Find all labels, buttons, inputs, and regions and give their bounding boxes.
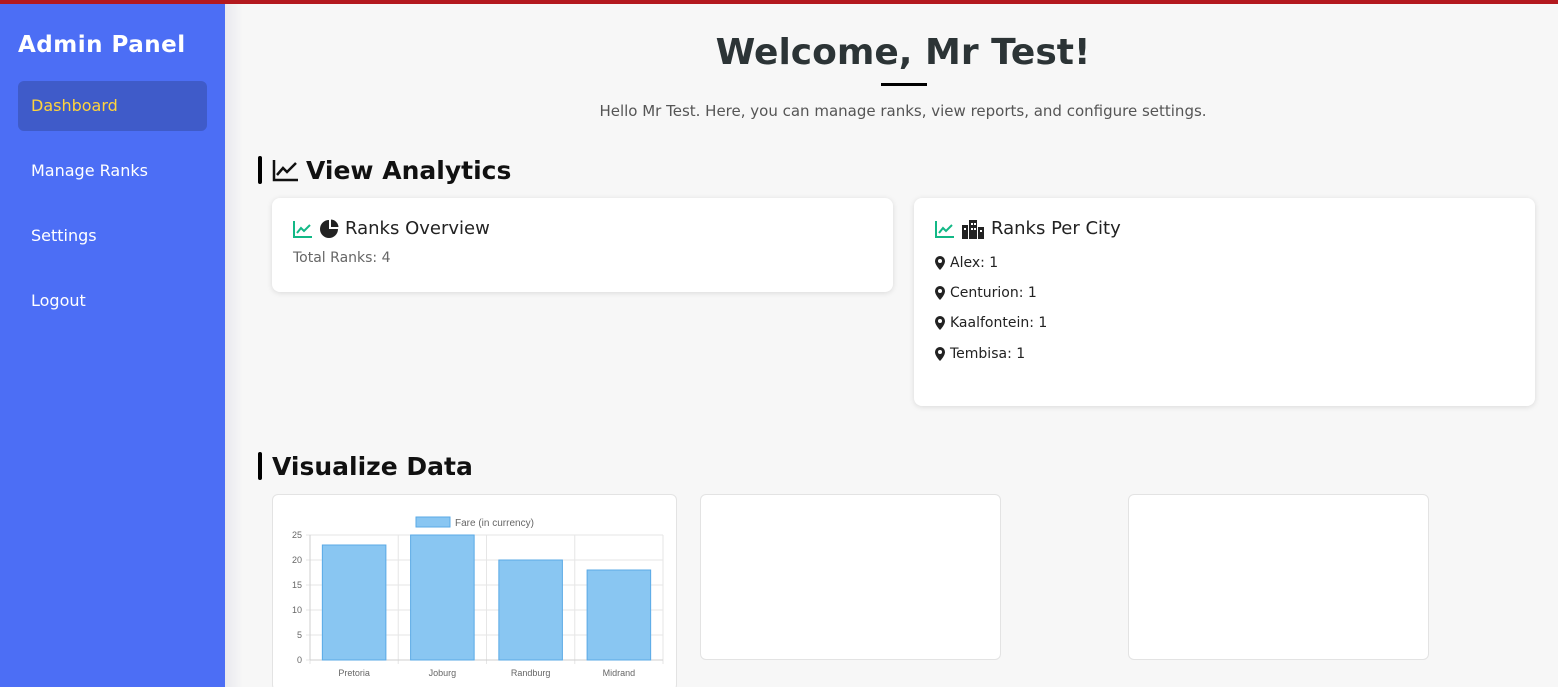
card-title-text: Ranks Overview [345,218,490,239]
main-content: Welcome, Mr Test! Hello Mr Test. Here, y… [243,4,1558,687]
city-item: Tembisa: 1 [935,346,1025,362]
section-marker [258,452,262,480]
y-tick-label: 15 [292,580,302,590]
sidebar-item-logout[interactable]: Logout [18,276,207,326]
section-title: Visualize Data [272,451,473,481]
map-marker-icon [935,316,945,330]
pie-chart-icon [320,219,339,238]
bar [321,544,387,661]
city-item: Centurion: 1 [935,285,1037,301]
section-title: View Analytics [306,155,512,185]
title-underline [881,83,927,86]
card-title: Ranks Overview [293,218,490,239]
y-tick-label: 10 [292,605,302,615]
section-marker [258,156,262,184]
total-ranks: Total Ranks: 4 [293,250,391,266]
ranks-overview-card: Ranks Overview Total Ranks: 4 [272,198,893,292]
page-title: Welcome, Mr Test! [715,32,1091,73]
fare-chart-card: Fare (in currency) 0 5 10 15 20 25 Pretoria Jobu… [272,494,677,687]
legend-label: Fare (in currency) [455,518,534,529]
city-item: Alex: 1 [935,255,998,271]
city-label: Centurion: 1 [950,285,1037,301]
ranks-per-city-card: Ranks Per City Alex: 1 Centurion: 1 Kaal… [914,198,1535,406]
card-title: Ranks Per City [935,218,1121,239]
city-icon [962,219,984,239]
y-tick-label: 20 [292,555,302,565]
bar [498,559,563,661]
map-marker-icon [935,286,945,300]
y-tick-label: 25 [292,530,302,540]
city-item: Kaalfontein: 1 [935,315,1047,331]
sidebar-item-manage-ranks[interactable]: Manage Ranks [18,146,207,196]
x-tick-label: Midrand [603,668,636,678]
fare-bar-chart: Fare (in currency) 0 5 10 15 20 25 Pretoria Jobu… [292,516,664,678]
brand-title: Admin Panel [18,32,186,58]
x-tick-label: Joburg [429,668,457,678]
y-tick-label: 5 [297,630,302,640]
sidebar: Admin Panel Dashboard Manage Ranks Setti… [0,4,225,687]
bar [586,569,652,661]
x-tick-label: Randburg [511,668,551,678]
map-marker-icon [935,347,945,361]
sidebar-item-dashboard[interactable]: Dashboard [18,81,207,131]
bar [410,534,475,661]
sidebar-item-settings[interactable]: Settings [18,211,207,261]
city-label: Kaalfontein: 1 [950,315,1048,331]
page-subtitle: Hello Mr Test. Here, you can manage rank… [599,102,1207,120]
city-label: Tembisa: 1 [950,346,1026,362]
x-tick-label: Pretoria [338,668,370,678]
chart-line-icon [272,160,298,182]
section-view-analytics: View Analytics [258,155,512,185]
sidebar-shadow [225,4,243,687]
section-visualize-data: Visualize Data [258,451,473,481]
empty-chart-card [1128,494,1429,660]
card-title-text: Ranks Per City [991,218,1121,239]
legend-swatch [415,516,451,528]
chart-line-icon [293,220,312,238]
y-tick-label: 0 [297,655,302,665]
map-marker-icon [935,256,945,270]
chart-line-icon [935,220,954,238]
empty-chart-card [700,494,1001,660]
city-label: Alex: 1 [950,255,999,271]
